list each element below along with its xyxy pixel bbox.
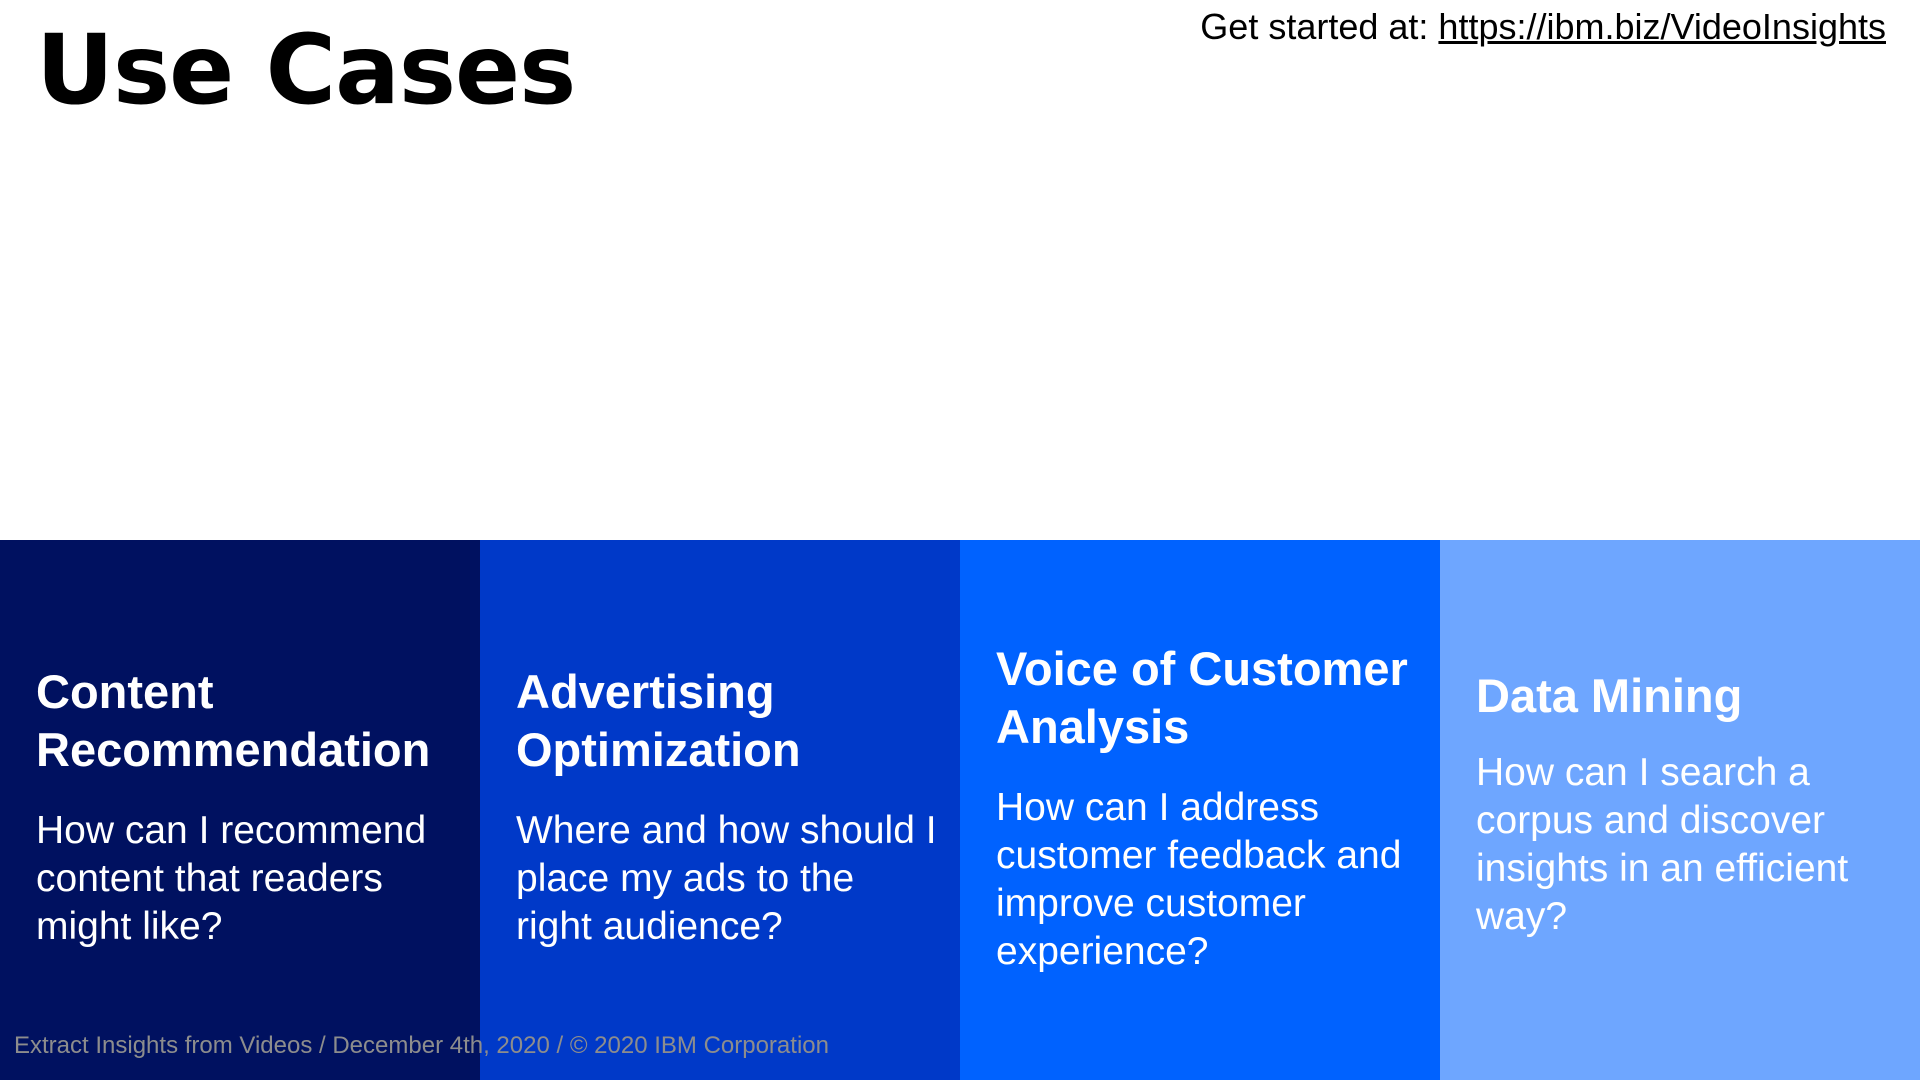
card-title: Advertising Optimization: [516, 665, 801, 776]
card-title: Data Mining: [1476, 669, 1743, 722]
card-content-recommendation: Content Recommendation How can I recommen…: [0, 540, 480, 1080]
card-body: Where and how should I place my ads to t…: [516, 809, 937, 948]
card-title: Content Recommendation: [36, 665, 431, 776]
footer-text: Extract Insights from Videos / December …: [14, 1032, 829, 1059]
card-voice-of-customer: Voice of Customer Analysis How can I addr…: [960, 540, 1440, 1080]
get-started-label: Get started at:: [1200, 6, 1439, 47]
card-title: Voice of Customer Analysis: [996, 642, 1408, 753]
card-body: How can I search a corpus and discover i…: [1476, 751, 1849, 938]
card-advertising-optimization: Advertising Optimization Where and how sh…: [480, 540, 960, 1080]
card-data-mining: Data Mining How can I search a corpus and…: [1440, 540, 1920, 1080]
card-body: How can I address customer feedback and …: [996, 786, 1402, 973]
card-body: How can I recommend content that readers…: [36, 809, 427, 948]
page-title: Use Cases: [36, 14, 576, 126]
video-insights-link[interactable]: https://ibm.biz/VideoInsights: [1438, 6, 1886, 47]
get-started: Get started at: https://ibm.biz/VideoIns…: [1200, 6, 1886, 48]
